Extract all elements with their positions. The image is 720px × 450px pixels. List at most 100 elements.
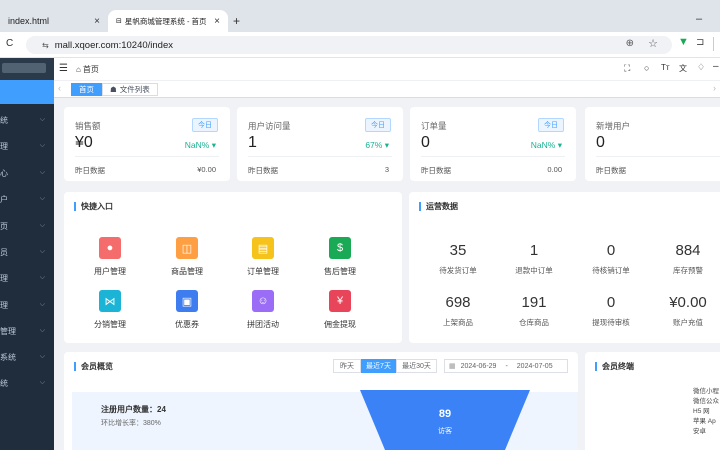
- stat-yesterday-value: ¥0.00: [197, 165, 216, 174]
- hamburger-icon[interactable]: ☰: [59, 63, 68, 74]
- quick-entry-aftersale[interactable]: $ 售后管理: [310, 237, 370, 277]
- sidebar-item[interactable]: 心 ⌵: [0, 166, 54, 180]
- close-icon[interactable]: ×: [214, 16, 220, 27]
- operations-panel: 运营数据 35 待发货订单 1 退款中订单 0 待核销订单 884 库存预警 698 上架…: [409, 192, 720, 343]
- ops-value: ¥0.00: [669, 294, 707, 311]
- stat-title: 用户访问量: [248, 121, 291, 131]
- reload-button[interactable]: C: [6, 38, 13, 49]
- sidebar-item-label: 理: [0, 300, 8, 310]
- caret-down-icon: ▾: [384, 140, 389, 150]
- quick-entry-distribution[interactable]: ⋈ 分销管理: [80, 290, 140, 330]
- sidebar-item[interactable]: 理 ⌵: [0, 298, 54, 312]
- sidebar-item[interactable]: 理 ⌵: [0, 271, 54, 285]
- translate-icon[interactable]: 文: [679, 63, 687, 74]
- chevron-left-icon[interactable]: ‹: [58, 83, 61, 93]
- stat-value: 0: [421, 134, 430, 151]
- top-navbar: ☰ ⌂ 首页 ⛶ ○ Tт 文 ♢ –: [54, 58, 720, 80]
- legend-item: 微信公众: [693, 398, 719, 405]
- terminal-legend: 微信小程 微信公众 H5 网 苹果 Ap 安卓: [693, 387, 719, 437]
- sidebar-item[interactable]: 户 ⌵: [0, 192, 54, 206]
- search-icon[interactable]: ○: [644, 63, 649, 73]
- stat-yesterday-label: 昨日数据: [248, 166, 278, 175]
- home-icon: ⌂: [76, 65, 81, 74]
- zoom-icon[interactable]: ⊕: [626, 38, 634, 49]
- quick-entry-goods[interactable]: ◫ 商品管理: [157, 237, 217, 277]
- tag-home[interactable]: 首页: [71, 83, 102, 96]
- stat-percent: NaN% ▾: [185, 140, 216, 151]
- site-info-icon[interactable]: ⇆: [42, 41, 49, 50]
- caret-down-icon: ▾: [211, 140, 216, 150]
- stat-percent-value: NaN%: [530, 140, 556, 150]
- bell-icon[interactable]: ♢: [697, 62, 705, 73]
- date-range-picker[interactable]: ▦ 2024-06-29 - 2024-07-05: [444, 359, 568, 373]
- tag-file-list[interactable]: ☗ 文件列表: [102, 83, 158, 96]
- logo: [0, 58, 54, 80]
- browser-tab-index[interactable]: index.html ×: [0, 10, 108, 32]
- fullscreen-icon[interactable]: ⛶: [624, 63, 630, 74]
- coupon-icon: ▣: [176, 290, 198, 312]
- new-tab-button[interactable]: +: [233, 14, 240, 28]
- sidebar-item[interactable]: 系统 ⌵: [0, 350, 54, 364]
- withdraw-icon: ¥: [329, 290, 351, 312]
- chevron-down-icon: ⌵: [39, 142, 45, 149]
- extension-icon[interactable]: ▼: [678, 36, 689, 48]
- quick-entry-coupon[interactable]: ▣ 优惠券: [157, 290, 217, 330]
- member-terminal-panel: 会员终端 微信小程 微信公众 H5 网 苹果 Ap 安卓: [585, 352, 720, 450]
- extensions-puzzle-icon[interactable]: ⊐: [696, 37, 704, 48]
- sidebar-item[interactable]: 理 ⌵: [0, 139, 54, 153]
- quick-entry-withdraw[interactable]: ¥ 佣金提现: [310, 290, 370, 330]
- stat-card-sales: 销售额 今日 ¥0 NaN% ▾ 昨日数据 ¥0.00: [64, 107, 230, 181]
- ops-label: 账户充值: [673, 318, 703, 327]
- sidebar-item[interactable]: 管理 ⌵: [0, 324, 54, 338]
- quick-entry-group-buy[interactable]: ☺ 拼团活动: [233, 290, 293, 330]
- minimize-button[interactable]: –: [696, 13, 702, 25]
- close-icon[interactable]: ×: [94, 16, 100, 27]
- logo-image: [2, 63, 46, 73]
- stat-percent-value: NaN%: [184, 140, 210, 150]
- user-menu-icon[interactable]: –: [713, 61, 719, 72]
- range-yesterday-button[interactable]: 昨天: [333, 359, 361, 373]
- breadcrumb-home[interactable]: 首页: [83, 64, 99, 75]
- font-size-icon[interactable]: Tт: [661, 63, 670, 72]
- ops-item[interactable]: 884 库存预警: [643, 242, 720, 276]
- range-30days-button[interactable]: 最近30天: [396, 359, 437, 373]
- stat-percent-value: 67%: [365, 140, 383, 150]
- legend-item: 安卓: [693, 428, 706, 435]
- stat-value: 0: [596, 134, 605, 151]
- chevron-right-icon[interactable]: ›: [713, 83, 716, 93]
- group-icon: ☺: [252, 290, 274, 312]
- chevron-down-icon: ⌵: [39, 301, 45, 308]
- sidebar-item-home-active[interactable]: [0, 80, 54, 104]
- legend-item: H5 网: [693, 408, 710, 415]
- stat-yesterday-label: 昨日数据: [75, 166, 105, 175]
- sidebar-item-label: 户: [0, 194, 8, 204]
- stat-card-visits: 用户访问量 今日 1 67% ▾ 昨日数据 3: [237, 107, 403, 181]
- legend-item: 苹果 Ap: [693, 418, 716, 425]
- bookmark-star-icon[interactable]: ☆: [648, 37, 658, 50]
- breadcrumb: ⌂ 首页: [76, 64, 99, 75]
- browser-tab-active[interactable]: ⊟ 星帆商城管理系统 - 首页 ×: [108, 10, 228, 32]
- sidebar-item[interactable]: 统 ⌵: [0, 113, 54, 127]
- quick-entry-user[interactable]: ● 用户管理: [80, 237, 140, 277]
- sidebar-item[interactable]: 员 ⌵: [0, 245, 54, 259]
- sidebar-item-label: 理: [0, 141, 8, 151]
- sidebar-item[interactable]: 页 ⌵: [0, 219, 54, 233]
- calendar-icon: ▦: [449, 363, 456, 370]
- sidebar-item-label: 理: [0, 273, 8, 283]
- date-separator: -: [505, 362, 508, 370]
- stat-card-orders: 订单量 今日 0 NaN% ▾ 昨日数据 0.00: [410, 107, 576, 181]
- stat-title: 新增用户: [596, 121, 631, 131]
- quick-entry-orders[interactable]: ▤ 订单管理: [233, 237, 293, 277]
- quick-entry-label: 分销管理: [94, 320, 126, 329]
- toolbar-divider: [713, 37, 714, 51]
- sidebar-item[interactable]: 统 ⌵: [0, 376, 54, 390]
- ops-item[interactable]: ¥0.00 账户充值: [643, 294, 720, 328]
- sidebar-item-label: 页: [0, 221, 8, 231]
- funnel-value: 89: [438, 408, 452, 420]
- divider: [596, 156, 720, 157]
- url-input[interactable]: ⇆ mall.xqoer.com:10240/index ⊕ ☆: [26, 36, 672, 54]
- section-title: 快捷入口: [74, 202, 113, 211]
- range-7days-button[interactable]: 最近7天: [361, 359, 396, 373]
- stat-yesterday-value: 0.00: [547, 165, 562, 174]
- divider: [75, 156, 219, 157]
